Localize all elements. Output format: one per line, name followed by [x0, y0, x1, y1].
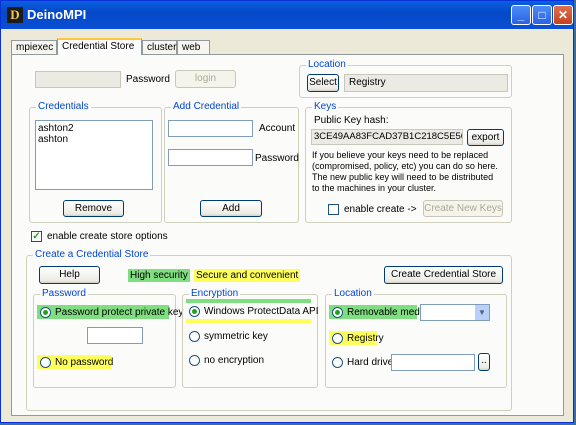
password-protect-label: Password protect private key [55, 307, 184, 318]
create-store-legend: Create a Credential Store [33, 249, 151, 260]
add-credential-legend: Add Credential [171, 101, 242, 112]
login-button[interactable]: login [175, 70, 236, 88]
credential-item[interactable]: ashton2 [38, 123, 150, 134]
encryption-options-group: Encryption Windows ProtectData API symme… [182, 288, 319, 388]
tab-mpiexec[interactable]: mpiexec [11, 40, 57, 54]
remove-button[interactable]: Remove [63, 200, 124, 217]
no-encryption-label: no encryption [204, 355, 265, 366]
create-credential-store-button[interactable]: Create Credential Store [384, 266, 503, 284]
no-encryption-radio[interactable] [189, 355, 200, 366]
hard-drive-radio[interactable] [332, 357, 343, 368]
credentials-legend: Credentials [36, 101, 91, 112]
add-credential-group: Add Credential Account Password Add [164, 101, 299, 223]
removable-media-label: Removable media [347, 307, 428, 318]
close-button[interactable]: ✕ [553, 5, 573, 25]
encryption-options-legend: Encryption [189, 288, 241, 299]
credential-item[interactable]: ashton [38, 134, 150, 145]
minimize-button[interactable]: _ [511, 5, 531, 25]
location-select-button[interactable]: Select [307, 74, 339, 92]
no-password-radio[interactable] [40, 357, 51, 368]
hard-drive-label: Hard drive [347, 357, 394, 368]
windows-protectdata-label: Windows ProtectData API [204, 306, 319, 317]
enable-create-keys-label: enable create -> [344, 204, 417, 215]
app-window: D DeinoMPI _ □ ✕ mpiexec Credential Stor… [0, 0, 574, 423]
no-password-label: No password [55, 357, 114, 368]
account-label: Account [259, 123, 296, 134]
password-options-legend: Password [40, 288, 88, 299]
help-button[interactable]: Help [39, 266, 100, 284]
add-button[interactable]: Add [200, 200, 262, 217]
keys-info-line: The new public key will need to be distr… [312, 172, 494, 182]
browse-button[interactable]: .. [478, 353, 490, 371]
export-button[interactable]: export [467, 129, 504, 146]
tab-credential-store[interactable]: Credential Store [57, 38, 142, 55]
registry-label: Registry [347, 333, 384, 344]
high-security-badge: High security [128, 269, 190, 282]
password-options-group: Password Password protect private key No… [33, 288, 183, 388]
enable-store-options-label: enable create store options [47, 231, 168, 242]
add-password-input[interactable] [168, 149, 253, 166]
location-top-group: Location Select Registry [299, 59, 512, 98]
credentials-group: Credentials ashton2 ashton Remove [29, 101, 162, 223]
keys-legend: Keys [312, 101, 339, 112]
keys-group: Keys Public Key hash: 3CE49AA83FCAD37B1C… [305, 101, 512, 223]
hard-drive-path-input[interactable] [391, 354, 475, 371]
symmetric-key-label: symmetric key [204, 331, 268, 342]
location-options-group: Location Removable media ▼ Registry Hard… [325, 288, 507, 388]
keys-info-line: If you believe your keys need to be repl… [312, 150, 489, 160]
enable-create-keys-checkbox[interactable] [328, 204, 339, 215]
registry-radio[interactable] [332, 333, 343, 344]
account-input[interactable] [168, 120, 253, 137]
add-password-label: Password [255, 153, 299, 164]
symmetric-key-radio[interactable] [189, 331, 200, 342]
removable-media-dropdown[interactable]: ▼ [420, 304, 490, 321]
convenient-highlight [186, 319, 311, 323]
windows-protectdata-radio[interactable] [189, 306, 200, 317]
tab-cluster[interactable]: cluster [142, 40, 177, 54]
keys-info-line: (compromised, policy, etc) you can do so… [312, 161, 498, 171]
credentials-list[interactable]: ashton2 ashton [35, 120, 153, 190]
keys-info-line: to the machines in your cluster. [312, 183, 437, 193]
create-store-group: Create a Credential Store Help High secu… [26, 249, 512, 411]
location-options-legend: Location [332, 288, 374, 299]
public-key-hash-label: Public Key hash: [314, 115, 389, 126]
store-password-input[interactable] [87, 327, 143, 344]
create-new-keys-button[interactable]: Create New Keys [423, 200, 503, 217]
location-top-legend: Location [306, 59, 348, 70]
high-security-highlight [186, 299, 311, 303]
password-protect-radio[interactable] [40, 307, 51, 318]
credential-store-panel: Password login Location Select Registry … [11, 54, 564, 416]
window-title: DeinoMPI [27, 7, 87, 22]
app-icon: D [7, 7, 23, 23]
maximize-button[interactable]: □ [532, 5, 552, 25]
secure-convenient-badge: Secure and convenient [194, 269, 301, 282]
login-password-label: Password [126, 74, 170, 85]
enable-store-options-checkbox[interactable]: ✓ [31, 231, 42, 242]
removable-media-radio[interactable] [332, 307, 343, 318]
public-key-hash-field: 3CE49AA83FCAD37B1C218C5E563 [311, 129, 463, 145]
title-bar[interactable]: D DeinoMPI _ □ ✕ [1, 1, 573, 29]
login-password-input[interactable] [35, 71, 121, 88]
location-value-field: Registry [344, 74, 508, 92]
chevron-down-icon[interactable]: ▼ [475, 305, 489, 320]
tab-web[interactable]: web [177, 40, 210, 54]
